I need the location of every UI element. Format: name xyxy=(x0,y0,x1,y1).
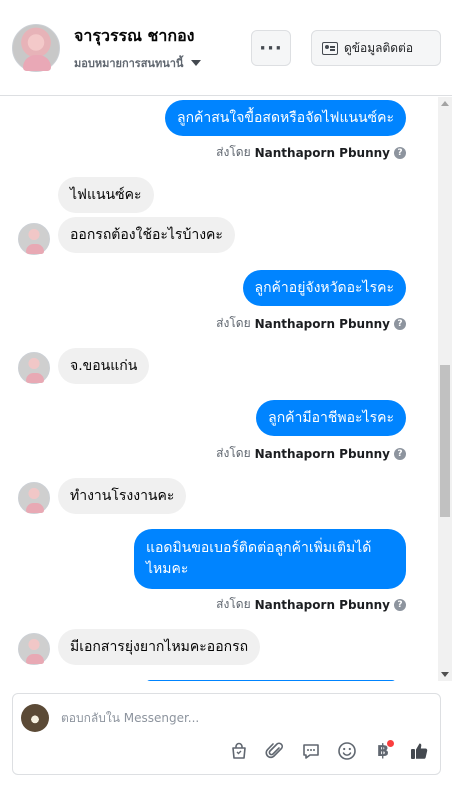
help-icon[interactable]: ? xyxy=(394,447,406,460)
more-options-button[interactable]: ··· xyxy=(251,30,291,66)
like-icon[interactable] xyxy=(408,740,430,762)
message-outgoing[interactable]: ลูกค้าอยู่จังหวัดอะไรคะ xyxy=(242,270,406,306)
scroll-thumb[interactable] xyxy=(440,365,450,517)
sent-by-line: ส่งโดย Nanthaporn Pbunny ? xyxy=(216,595,406,614)
message-incoming[interactable]: ทำงานโรงงานคะ xyxy=(58,478,187,514)
paperclip-icon[interactable] xyxy=(264,740,286,762)
message-text: ลูกค้ามีอาชีพอะไรคะ xyxy=(268,410,394,426)
contact-card-icon xyxy=(322,41,338,55)
message-text: ไฟแนนซ์คะ xyxy=(70,187,142,203)
message-text: จ.ขอนแก่น xyxy=(70,358,138,374)
conversation-header: จารุวรรณ ชากอง มอบหมายการสนทนานี้ ··· ดู… xyxy=(0,0,452,96)
saved-replies-icon[interactable] xyxy=(300,740,322,762)
reply-composer: ฿ xyxy=(12,693,441,775)
shopping-bag-icon[interactable] xyxy=(228,740,250,762)
sender-name: Nanthaporn Pbunny xyxy=(254,145,390,160)
assign-label: มอบหมายการสนทนานี้ xyxy=(74,57,184,70)
customer-avatar-small[interactable] xyxy=(18,223,50,255)
message-outgoing-partial xyxy=(146,680,396,681)
customer-name[interactable]: จารุวรรณ ชากอง xyxy=(74,24,195,49)
message-text: ลูกค้าสนใจขื้อสดหรือจัดไฟแนนซ์คะ xyxy=(176,110,394,126)
notification-badge xyxy=(387,740,394,747)
message-text: มีเอกสารยุ่งยากไหมคะออกรถ xyxy=(70,639,249,655)
message-text: ออกรถต้องใช้อะไรบ้างคะ xyxy=(70,227,223,243)
customer-avatar-small[interactable] xyxy=(18,633,50,665)
baht-payment-icon[interactable]: ฿ xyxy=(372,740,394,762)
sent-by-line: ส่งโดย Nanthaporn Pbunny ? xyxy=(216,444,406,463)
sent-by-prefix: ส่งโดย xyxy=(216,446,251,460)
sent-by-prefix: ส่งโดย xyxy=(216,597,251,611)
sent-by-prefix: ส่งโดย xyxy=(216,145,251,159)
emoji-icon[interactable] xyxy=(336,740,358,762)
customer-avatar-small[interactable] xyxy=(18,352,50,384)
sender-name: Nanthaporn Pbunny xyxy=(254,316,390,331)
message-outgoing[interactable]: แอดมินขอเบอร์ติดต่อลูกค้าเพิ่มเติมได้ไหม… xyxy=(134,529,406,589)
message-text: ทำงานโรงงานคะ xyxy=(70,488,175,504)
customer-avatar[interactable] xyxy=(12,24,60,72)
page-avatar xyxy=(21,704,49,732)
sent-by-line: ส่งโดย Nanthaporn Pbunny ? xyxy=(216,314,406,333)
customer-avatar-small[interactable] xyxy=(18,482,50,514)
more-icon: ··· xyxy=(259,37,283,59)
caret-down-icon xyxy=(191,60,202,66)
sender-name: Nanthaporn Pbunny xyxy=(254,597,390,612)
help-icon[interactable]: ? xyxy=(394,317,406,330)
message-incoming[interactable]: ไฟแนนซ์คะ xyxy=(58,177,154,213)
message-incoming[interactable]: ออกรถต้องใช้อะไรบ้างคะ xyxy=(58,217,235,253)
message-thread[interactable]: ลูกค้าสนใจขื้อสดหรือจัดไฟแนนซ์คะ ส่งโดย … xyxy=(0,97,452,681)
view-contact-button[interactable]: ดูข้อมูลติดต่อ xyxy=(311,30,441,66)
thread-scrollbar[interactable] xyxy=(438,97,452,681)
composer-toolbar: ฿ xyxy=(228,740,430,762)
message-outgoing[interactable]: ลูกค้ามีอาชีพอะไรคะ xyxy=(256,400,406,436)
sent-by-line: ส่งโดย Nanthaporn Pbunny ? xyxy=(216,143,406,162)
view-contact-label: ดูข้อมูลติดต่อ xyxy=(344,40,414,55)
message-incoming[interactable]: จ.ขอนแก่น xyxy=(58,348,150,384)
assign-conversation-dropdown[interactable]: มอบหมายการสนทนานี้ xyxy=(74,54,202,72)
message-text: แอดมินขอเบอร์ติดต่อลูกค้าเพิ่มเติมได้ไหม… xyxy=(146,540,372,577)
help-icon[interactable]: ? xyxy=(394,598,406,611)
sent-by-prefix: ส่งโดย xyxy=(216,316,251,330)
reply-input[interactable] xyxy=(61,708,421,728)
scroll-up-arrow[interactable] xyxy=(441,101,449,106)
help-icon[interactable]: ? xyxy=(394,146,406,159)
sender-name: Nanthaporn Pbunny xyxy=(254,446,390,461)
message-text: ลูกค้าอยู่จังหวัดอะไรคะ xyxy=(254,280,395,296)
message-incoming[interactable]: มีเอกสารยุ่งยากไหมคะออกรถ xyxy=(58,629,261,665)
scroll-down-arrow[interactable] xyxy=(441,672,449,677)
message-outgoing[interactable]: ลูกค้าสนใจขื้อสดหรือจัดไฟแนนซ์คะ xyxy=(164,100,406,136)
